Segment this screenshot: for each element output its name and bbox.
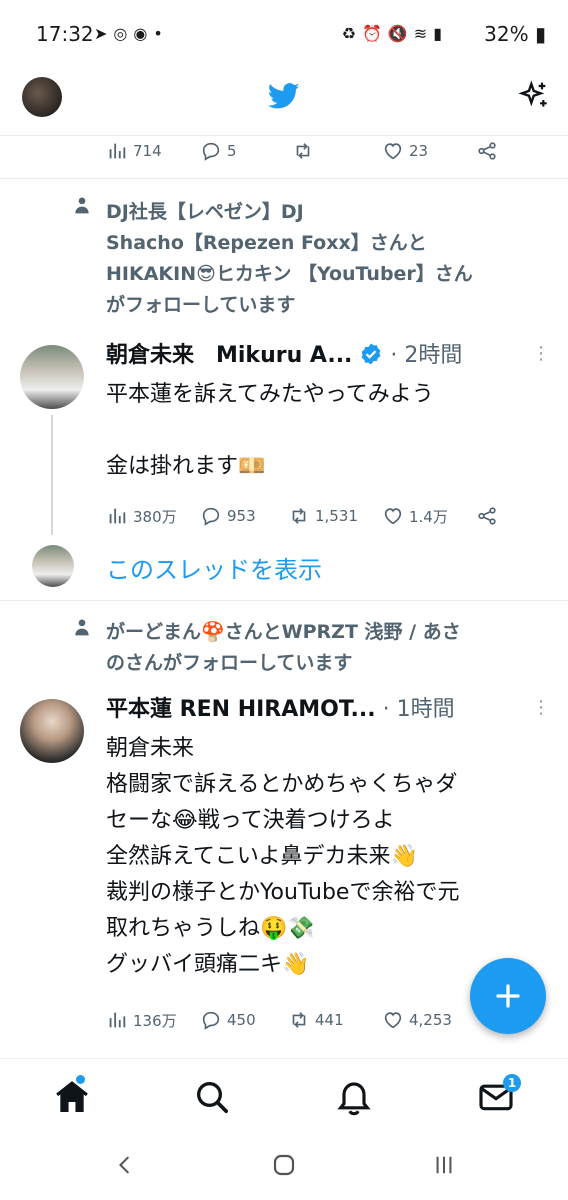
search-icon[interactable] bbox=[192, 1077, 232, 1117]
views-icon bbox=[109, 143, 126, 159]
person-icon bbox=[75, 619, 89, 636]
battery-level: 32% ▮ bbox=[484, 22, 546, 46]
sparkle-icon[interactable] bbox=[518, 80, 550, 112]
tweet-actions: 380万 953 1,531 1.4万 bbox=[106, 503, 516, 529]
header-divider bbox=[0, 135, 568, 136]
chrome-icon: ◉ bbox=[133, 24, 154, 43]
reply-button[interactable]: 450 bbox=[200, 1007, 256, 1033]
retweet-button[interactable]: 441 bbox=[288, 1007, 344, 1033]
compose-button[interactable] bbox=[470, 958, 546, 1034]
retweet-icon bbox=[296, 143, 310, 159]
tweet-actions: 136万 450 441 4,253 bbox=[106, 1007, 516, 1033]
prev-tweet-actions: 714 5 23 bbox=[106, 138, 516, 164]
heart-icon bbox=[384, 143, 402, 160]
mute-icon: 🔇 bbox=[387, 24, 414, 43]
avatar[interactable] bbox=[20, 345, 84, 409]
my-avatar[interactable] bbox=[22, 77, 62, 117]
retweet-icon bbox=[292, 508, 306, 524]
reply-button[interactable]: 5 bbox=[200, 138, 237, 164]
status-left-icons: ➤◎◉• bbox=[94, 24, 169, 43]
status-bar: 17:32 ➤◎◉• ♻⏰🔇≋▮ 32% ▮ bbox=[0, 0, 568, 70]
system-nav bbox=[0, 1136, 568, 1200]
heart-icon bbox=[384, 1012, 402, 1029]
views-button[interactable]: 136万 bbox=[106, 1007, 177, 1033]
wifi-icon: ≋ bbox=[413, 24, 434, 43]
thread-avatar[interactable] bbox=[32, 545, 74, 587]
recents-icon[interactable] bbox=[432, 1154, 456, 1176]
views-button[interactable]: 714 bbox=[106, 138, 162, 164]
like-button[interactable]: 23 bbox=[382, 138, 428, 164]
more-options-icon[interactable]: ⋮ bbox=[532, 697, 550, 718]
author-name[interactable]: 朝倉未来 Mikuru A... bbox=[106, 343, 352, 368]
retweet-button[interactable] bbox=[292, 138, 314, 164]
more-options-icon[interactable]: ⋮ bbox=[532, 343, 550, 364]
views-icon bbox=[109, 1012, 126, 1028]
person-icon bbox=[75, 197, 89, 214]
messages-badge: 1 bbox=[503, 1074, 521, 1092]
dot-icon: • bbox=[153, 24, 169, 43]
notifications-icon[interactable] bbox=[334, 1077, 374, 1117]
views-button[interactable]: 380万 bbox=[106, 503, 177, 529]
tweet-header: 朝倉未来 Mikuru A... · 2時間 bbox=[106, 341, 462, 371]
navigation-icon: ➤ bbox=[94, 24, 114, 43]
back-icon[interactable] bbox=[114, 1154, 136, 1176]
tweet-text: 平本蓮を訴えてみたやってみよう 金は掛れます💴 bbox=[106, 382, 434, 479]
reply-button[interactable]: 953 bbox=[200, 503, 256, 529]
status-right-icons: ♻⏰🔇≋▮ bbox=[342, 24, 448, 43]
share-icon bbox=[478, 142, 496, 160]
views-icon bbox=[109, 508, 126, 524]
author-name[interactable]: 平本蓮 REN HIRAMOT... bbox=[106, 697, 376, 722]
verified-badge-icon bbox=[362, 343, 381, 365]
thread-line bbox=[51, 415, 53, 535]
retweet-button[interactable]: 1,531 bbox=[288, 503, 358, 529]
instagram-icon: ◎ bbox=[113, 24, 134, 43]
like-button[interactable]: 4,253 bbox=[382, 1007, 452, 1033]
home-unread-dot bbox=[76, 1075, 85, 1084]
tweet-time[interactable]: · 2時間 bbox=[390, 343, 462, 368]
home-icon[interactable] bbox=[52, 1077, 92, 1117]
reply-icon bbox=[202, 142, 220, 161]
like-button[interactable]: 1.4万 bbox=[382, 503, 448, 529]
tweet-header: 平本蓮 REN HIRAMOT... · 1時間 bbox=[106, 695, 455, 725]
twitter-bird-icon[interactable] bbox=[266, 80, 302, 112]
tweet-time[interactable]: · 1時間 bbox=[383, 697, 455, 722]
alarm-icon: ⏰ bbox=[361, 24, 388, 43]
tweet-text: 朝倉未来 格闘家で訴えるとかめちゃくちゃダ セーな😂戦って決着つけろよ 全然訴え… bbox=[106, 736, 460, 977]
reply-icon bbox=[202, 507, 220, 526]
share-button[interactable] bbox=[476, 138, 498, 164]
signal-icon: ▮ bbox=[433, 24, 448, 43]
avatar[interactable] bbox=[20, 699, 84, 763]
tweet[interactable]: DJ社長【レペゼン】DJ Shacho【Repezen Foxx】さんと HIK… bbox=[0, 179, 568, 599]
status-time: 17:32 bbox=[36, 22, 94, 46]
social-context[interactable]: DJ社長【レペゼン】DJ Shacho【Repezen Foxx】さんと HIK… bbox=[106, 197, 556, 321]
plus-icon bbox=[496, 984, 520, 1008]
social-context[interactable]: がーどまん🍄さんとWPRZT 浅野 / あさ のさんがフォローしています bbox=[106, 617, 556, 679]
reply-icon bbox=[202, 1011, 220, 1030]
share-button[interactable] bbox=[476, 503, 498, 529]
battery-saver-icon: ♻ bbox=[341, 24, 362, 43]
bottom-nav bbox=[0, 1058, 568, 1137]
heart-icon bbox=[384, 508, 402, 525]
retweet-icon bbox=[292, 1012, 306, 1028]
home-circle-icon[interactable] bbox=[272, 1153, 296, 1177]
share-icon bbox=[478, 507, 496, 525]
show-thread-link[interactable]: このスレッドを表示 bbox=[106, 550, 322, 585]
